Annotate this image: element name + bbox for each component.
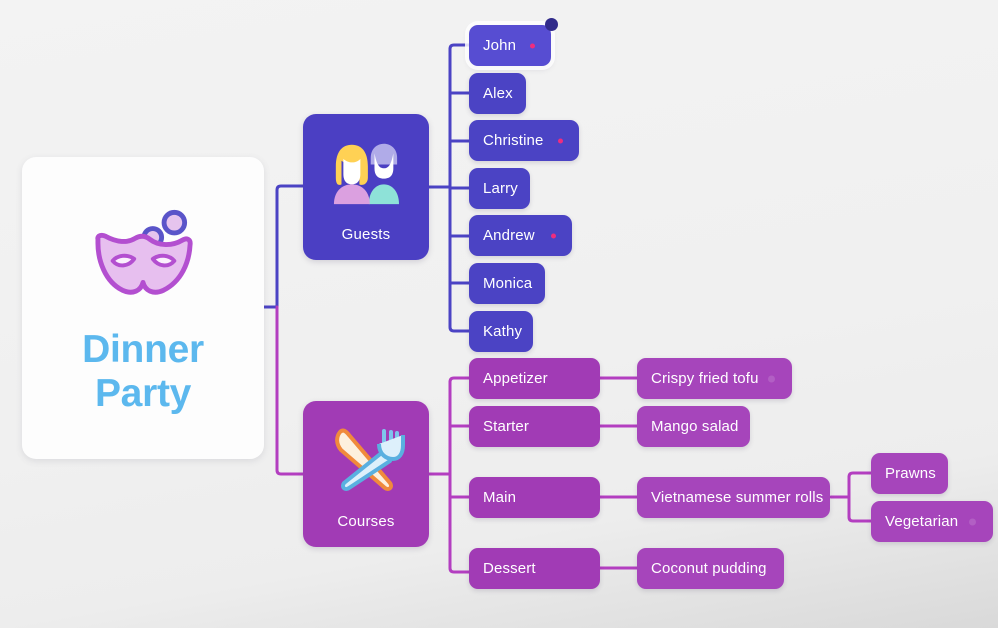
course-label: Appetizer (483, 370, 548, 387)
fork-and-knife-icon (335, 428, 405, 492)
guest-label: Christine (483, 132, 544, 149)
dish-label: Crispy fried tofu (651, 370, 759, 387)
guest-node-monica[interactable]: Monica (469, 263, 545, 304)
branch-node-courses[interactable]: Courses (303, 401, 429, 547)
root-title-line-1: Dinner (82, 328, 204, 372)
accent-dot-icon (530, 43, 535, 48)
course-label: Main (483, 489, 517, 506)
root-node-dinner-party[interactable]: Dinner Party (22, 157, 264, 459)
connector-guests-fan (427, 43, 471, 333)
dish-label: Vietnamese summer rolls (651, 489, 824, 506)
guest-label: Larry (483, 180, 518, 197)
course-node-starter[interactable]: Starter (469, 406, 600, 447)
connector-root-to-guests (275, 184, 305, 309)
dish-label: Mango salad (651, 418, 739, 435)
course-label: Dessert (483, 560, 536, 577)
guest-node-alex[interactable]: Alex (469, 73, 526, 114)
connector-main-subs (829, 471, 873, 523)
accent-dot-icon (558, 138, 563, 143)
dish-label: Coconut pudding (651, 560, 767, 577)
course-node-dessert[interactable]: Dessert (469, 548, 600, 589)
connector-course-to-dish (597, 376, 639, 570)
dish-node-coconut-pudding[interactable]: Coconut pudding (637, 548, 784, 589)
course-node-main[interactable]: Main (469, 477, 600, 518)
subdish-label: Vegetarian (885, 513, 959, 530)
connector-courses-fan (427, 376, 471, 574)
carnival-mask-icon (95, 210, 193, 295)
branch-node-guests[interactable]: Guests (303, 114, 429, 260)
connector-root-to-courses (275, 305, 305, 476)
root-title-line-2: Party (94, 372, 192, 415)
guest-node-kathy[interactable]: Kathy (469, 311, 533, 352)
dish-node-crispy-fried-tofu[interactable]: Crispy fried tofu (637, 358, 792, 399)
subdish-label: Prawns (885, 465, 936, 482)
guest-label: Alex (483, 85, 513, 102)
page-title: Dinner Party (82, 328, 204, 415)
accent-dot-icon (551, 233, 556, 238)
subdish-node-vegetarian[interactable]: Vegetarian (871, 501, 993, 542)
selection-handle[interactable] (545, 18, 558, 31)
mindmap-canvas[interactable]: Dinner Party Guests Courses John Alex Ch… (0, 0, 998, 628)
dish-node-vietnamese-summer-rolls[interactable]: Vietnamese summer rolls (637, 477, 830, 518)
branch-label-courses: Courses (337, 513, 395, 530)
guest-node-christine[interactable]: Christine (469, 120, 579, 161)
guest-label: John (483, 37, 517, 54)
guest-node-john[interactable]: John (469, 18, 558, 66)
course-node-appetizer[interactable]: Appetizer (469, 358, 600, 399)
two-people-icon (333, 143, 399, 205)
dish-node-mango-salad[interactable]: Mango salad (637, 406, 750, 447)
guest-label: Kathy (483, 323, 523, 340)
guest-node-larry[interactable]: Larry (469, 168, 530, 209)
course-label: Starter (483, 418, 530, 435)
guest-label: Monica (483, 275, 533, 292)
guest-label: Andrew (483, 227, 535, 244)
guest-node-andrew[interactable]: Andrew (469, 215, 572, 256)
hover-dot-icon (969, 518, 976, 525)
subdish-node-prawns[interactable]: Prawns (871, 453, 948, 494)
hover-dot-icon (768, 375, 775, 382)
branch-label-guests: Guests (341, 226, 391, 243)
